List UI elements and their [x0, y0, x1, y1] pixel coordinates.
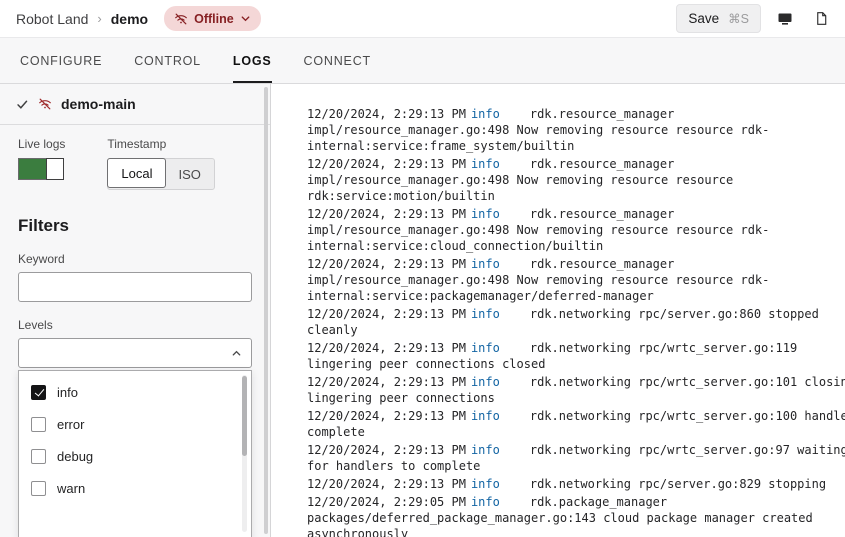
log-timestamp: 12/20/2024, 2:29:13 PM — [307, 409, 466, 423]
log-level: info — [471, 207, 500, 221]
log-level: info — [471, 341, 500, 355]
content: demo-main Live logs Timestamp LocalISO F… — [0, 84, 845, 537]
breadcrumb-separator: › — [97, 11, 101, 26]
status-label: Offline — [194, 12, 234, 26]
timestamp-control: Timestamp LocalISO — [107, 137, 214, 190]
document-icon — [814, 11, 829, 26]
wifi-off-icon — [38, 97, 52, 111]
part-name: demo-main — [61, 96, 136, 112]
header-actions: Save ⌘S — [676, 4, 833, 33]
log-level: info — [471, 157, 500, 171]
breadcrumb-root[interactable]: Robot Land — [16, 11, 88, 27]
part-row-demo-main[interactable]: demo-main — [0, 84, 270, 125]
check-icon — [16, 98, 29, 111]
log-entry: 12/20/2024, 2:29:13 PMinfordk.resource_m… — [307, 156, 845, 204]
log-timestamp: 12/20/2024, 2:29:13 PM — [307, 477, 466, 491]
log-timestamp: 12/20/2024, 2:29:13 PM — [307, 375, 466, 389]
sidebar: demo-main Live logs Timestamp LocalISO F… — [0, 84, 271, 537]
log-timestamp: 12/20/2024, 2:29:13 PM — [307, 443, 466, 457]
log-entry: 12/20/2024, 2:29:13 PMinfordk.resource_m… — [307, 106, 845, 154]
document-button[interactable] — [809, 7, 833, 31]
log-level: info — [471, 495, 500, 509]
log-entry: 12/20/2024, 2:29:13 PMinfordk.networking… — [307, 442, 845, 474]
levels-dropdown: info error debug warn — [18, 370, 252, 537]
log-timestamp: 12/20/2024, 2:29:13 PM — [307, 341, 466, 355]
tab-bar: CONFIGURE CONTROL LOGS CONNECT — [0, 38, 845, 84]
timestamp-option-iso[interactable]: ISO — [165, 159, 213, 189]
log-entry: 12/20/2024, 2:29:13 PMinfordk.resource_m… — [307, 206, 845, 254]
log-timestamp: 12/20/2024, 2:29:13 PM — [307, 257, 466, 271]
checkbox-error[interactable] — [31, 417, 46, 432]
checkbox-info[interactable] — [31, 385, 46, 400]
timestamp-segmented: LocalISO — [107, 158, 214, 190]
log-entry: 12/20/2024, 2:29:13 PMinfordk.networking… — [307, 340, 845, 372]
log-panel: 12/20/2024, 2:29:13 PMinfordk.resource_m… — [271, 84, 845, 537]
log-timestamp: 12/20/2024, 2:29:13 PM — [307, 157, 466, 171]
status-dropdown[interactable]: Offline — [164, 6, 261, 31]
log-entry: 12/20/2024, 2:29:13 PMinfordk.networking… — [307, 306, 845, 338]
wifi-off-icon — [174, 12, 188, 26]
tab-configure[interactable]: CONFIGURE — [20, 38, 102, 83]
tab-connect[interactable]: CONNECT — [304, 38, 371, 83]
save-button[interactable]: Save ⌘S — [676, 4, 761, 33]
level-option-error[interactable]: error — [19, 408, 251, 440]
monitor-icon — [777, 11, 793, 27]
tab-logs[interactable]: LOGS — [233, 38, 272, 83]
level-option-debug[interactable]: debug — [19, 440, 251, 472]
log-timestamp: 12/20/2024, 2:29:13 PM — [307, 107, 466, 121]
live-logs-control: Live logs — [18, 137, 65, 180]
log-timestamp: 12/20/2024, 2:29:05 PM — [307, 495, 466, 509]
toggle-knob — [46, 158, 64, 180]
log-timestamp: 12/20/2024, 2:29:13 PM — [307, 207, 466, 221]
breadcrumb: Robot Land › demo — [16, 11, 148, 27]
breadcrumb-current: demo — [111, 11, 148, 27]
sidebar-scrollbar-thumb[interactable] — [264, 87, 268, 534]
log-level: info — [471, 107, 500, 121]
log-list: 12/20/2024, 2:29:13 PMinfordk.resource_m… — [307, 106, 845, 537]
log-entry: 12/20/2024, 2:29:13 PMinfordk.networking… — [307, 374, 845, 406]
save-label: Save — [688, 11, 719, 26]
checkbox-debug[interactable] — [31, 449, 46, 464]
levels-select[interactable] — [18, 338, 252, 368]
level-option-label: debug — [57, 449, 93, 464]
log-timestamp: 12/20/2024, 2:29:13 PM — [307, 307, 466, 321]
timestamp-label: Timestamp — [107, 137, 214, 151]
level-option-label: error — [57, 417, 84, 432]
keyword-input[interactable] — [18, 272, 252, 302]
levels-label: Levels — [18, 318, 252, 332]
log-controls: Live logs Timestamp LocalISO — [18, 137, 252, 190]
dropdown-scrollbar-thumb[interactable] — [242, 376, 247, 456]
level-option-label: warn — [57, 481, 85, 496]
level-option-label: info — [57, 385, 78, 400]
log-level: info — [471, 257, 500, 271]
timestamp-option-local[interactable]: Local — [107, 158, 166, 188]
app: Robot Land › demo Offline Save ⌘S — [0, 0, 845, 537]
level-option-warn[interactable]: warn — [19, 472, 251, 504]
live-logs-label: Live logs — [18, 137, 65, 151]
keyword-label: Keyword — [18, 252, 252, 266]
log-entry: 12/20/2024, 2:29:05 PMinfordk.package_ma… — [307, 494, 845, 537]
levels-options-list: info error debug warn — [19, 376, 251, 504]
header: Robot Land › demo Offline Save ⌘S — [0, 0, 845, 38]
live-logs-toggle[interactable] — [18, 158, 64, 180]
log-entry: 12/20/2024, 2:29:13 PMinfordk.resource_m… — [307, 256, 845, 304]
checkbox-warn[interactable] — [31, 481, 46, 496]
log-entry: 12/20/2024, 2:29:13 PM info rdk.networking… — [307, 476, 845, 492]
level-option-info[interactable]: info — [19, 376, 251, 408]
log-message: rdk.networking rpc/server.go:829 stoppin… — [530, 477, 826, 491]
chevron-down-icon — [240, 13, 251, 24]
log-entry: 12/20/2024, 2:29:13 PMinfordk.networking… — [307, 408, 845, 440]
log-level: info — [471, 443, 500, 457]
log-level: info — [471, 477, 500, 491]
log-level: info — [471, 307, 500, 321]
chevron-up-icon — [231, 348, 242, 359]
save-shortcut: ⌘S — [728, 11, 749, 26]
log-level: info — [471, 409, 500, 423]
filters-title: Filters — [18, 216, 252, 236]
monitor-button[interactable] — [773, 7, 797, 31]
tab-control[interactable]: CONTROL — [134, 38, 201, 83]
log-level: info — [471, 375, 500, 389]
